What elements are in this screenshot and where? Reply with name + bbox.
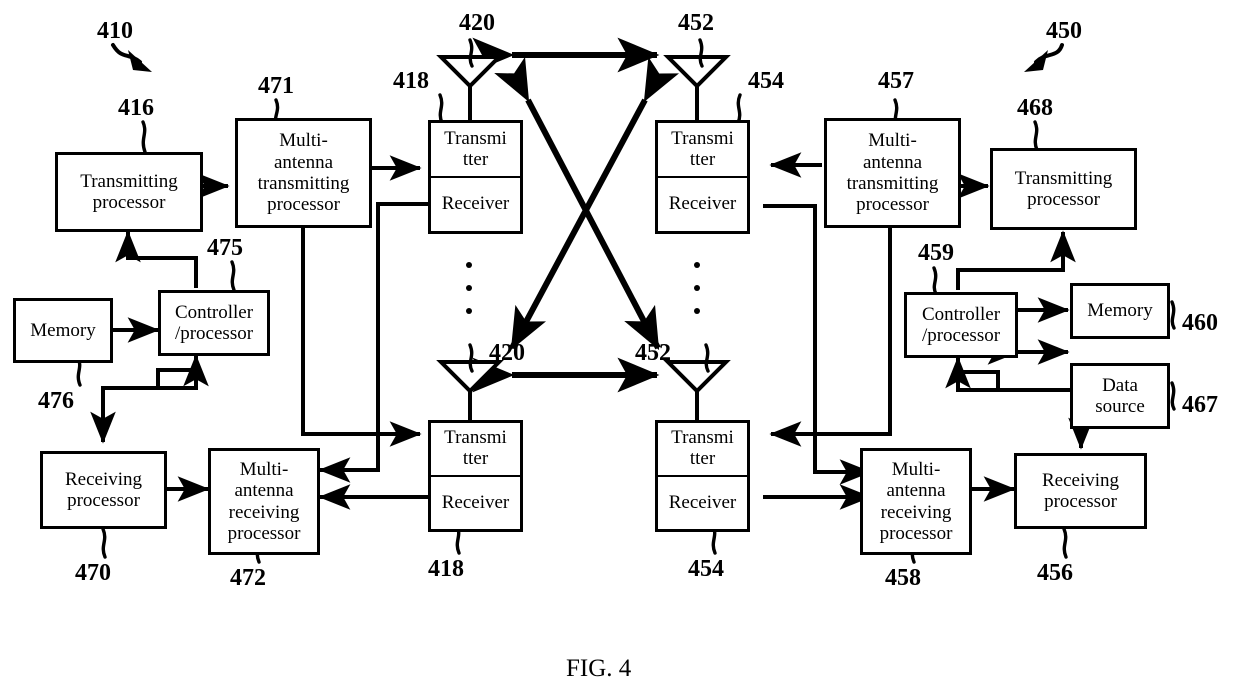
ref-472: 472	[230, 565, 266, 591]
ellipsis-right	[694, 262, 700, 314]
transmitter-section: Transmi tter	[431, 423, 520, 477]
block-line: Multi-	[239, 458, 289, 480]
block-line: Transmitting	[80, 170, 178, 192]
receiver-section: Receiver	[431, 477, 520, 529]
transmitter-section: Transmi tter	[431, 123, 520, 178]
multi-antenna-transmitting-processor-457[interactable]: Multi- antenna transmitting processor	[824, 118, 961, 228]
ref-410: 410	[97, 18, 133, 44]
block-line: processor	[1044, 491, 1117, 512]
ref-454-top: 454	[748, 68, 784, 94]
block-line: antenna	[273, 151, 334, 173]
ref-457: 457	[878, 68, 914, 94]
block-line: Controller	[921, 303, 1001, 325]
data-source-467[interactable]: Data source	[1070, 363, 1170, 429]
block-line: receiving	[880, 501, 952, 523]
block-line: Memory	[30, 319, 96, 341]
transmitter-label: tter	[689, 148, 716, 170]
transceiver-top-454[interactable]: Transmi tter Receiver	[655, 120, 750, 234]
receiving-processor-456[interactable]: Receiving processor	[1014, 453, 1147, 529]
transmitting-processor-468[interactable]: Transmitting processor	[990, 148, 1137, 230]
block-line: Multi-	[891, 458, 941, 480]
block-line: transmitting	[846, 173, 939, 194]
multi-antenna-receiving-processor-458[interactable]: Multi- antenna receiving processor	[860, 448, 972, 555]
antenna-icon	[663, 360, 731, 394]
receiver-label: Receiver	[668, 491, 737, 513]
receiving-processor-470[interactable]: Receiving processor	[40, 451, 167, 529]
multi-antenna-transmitting-processor-471[interactable]: Multi- antenna transmitting processor	[235, 118, 372, 228]
transceiver-bottom-418[interactable]: Transmi tter Receiver	[428, 420, 523, 532]
ref-468: 468	[1017, 95, 1053, 121]
block-line: Multi-	[868, 130, 917, 152]
figure-caption: FIG. 4	[566, 655, 632, 682]
block-line: Memory	[1087, 300, 1153, 322]
ellipsis-left	[466, 262, 472, 314]
transmitter-label: Transmi	[444, 127, 507, 149]
block-line: antenna	[886, 480, 946, 502]
block-line: processor	[1027, 189, 1100, 210]
transmitter-label: Transmi	[444, 427, 507, 449]
block-line: antenna	[234, 480, 294, 502]
ref-418-top: 418	[393, 68, 429, 94]
block-line: transmitting	[257, 173, 350, 194]
block-line: processor	[92, 192, 166, 213]
block-line: Receiving	[64, 468, 143, 490]
transmitter-section: Transmi tter	[658, 123, 747, 178]
block-line: Data	[1102, 374, 1138, 396]
block-line: processor	[267, 194, 340, 216]
ref-420-bottom: 420	[489, 340, 525, 366]
block-line: processor	[856, 194, 929, 216]
ref-420-top: 420	[459, 10, 495, 36]
ref-454-bottom: 454	[688, 556, 724, 582]
ref-452-bottom: 452	[635, 340, 671, 366]
patent-figure-4: Transmitting processor Multi- antenna tr…	[0, 0, 1239, 699]
ref-475: 475	[207, 235, 243, 261]
receiver-label: Receiver	[668, 193, 737, 215]
transceiver-bottom-454[interactable]: Transmi tter Receiver	[655, 420, 750, 532]
ref-456: 456	[1037, 560, 1073, 586]
receiver-section: Receiver	[658, 477, 747, 529]
ref-471: 471	[258, 73, 294, 99]
ref-416: 416	[118, 95, 154, 121]
block-line: Controller	[174, 301, 254, 323]
receiver-section: Receiver	[658, 178, 747, 231]
block-line: Receiving	[1041, 469, 1120, 491]
receiver-label: Receiver	[441, 491, 510, 513]
block-line: antenna	[862, 151, 923, 173]
multi-antenna-receiving-processor-472[interactable]: Multi- antenna receiving processor	[208, 448, 320, 555]
block-line: processor	[67, 490, 140, 511]
transmitter-label: tter	[462, 448, 489, 469]
ref-467: 467	[1182, 392, 1218, 418]
block-line: processor	[879, 522, 953, 544]
ref-458: 458	[885, 565, 921, 591]
block-line: Transmitting	[1014, 167, 1113, 189]
block-line: Multi-	[279, 130, 328, 152]
ref-460: 460	[1182, 310, 1218, 336]
ref-418-bottom: 418	[428, 556, 464, 582]
ref-450: 450	[1046, 18, 1082, 44]
controller-processor-475[interactable]: Controller /processor	[158, 290, 270, 356]
transmitter-label: Transmi	[671, 127, 734, 149]
block-line: /processor	[174, 323, 254, 344]
transmitting-processor-416[interactable]: Transmitting processor	[55, 152, 203, 232]
transmitter-label: tter	[462, 148, 489, 170]
block-line: /processor	[921, 325, 1001, 346]
receiver-label: Receiver	[441, 193, 510, 215]
ref-452-top: 452	[678, 10, 714, 36]
antenna-icon	[663, 55, 731, 89]
transmitter-label: Transmi	[671, 427, 734, 449]
ref-470: 470	[75, 560, 111, 586]
block-line: source	[1095, 396, 1145, 417]
block-line: receiving	[228, 501, 300, 523]
block-line: processor	[227, 522, 301, 544]
transmitter-section: Transmi tter	[658, 423, 747, 477]
transmitter-label: tter	[689, 448, 716, 469]
memory-460[interactable]: Memory	[1070, 283, 1170, 339]
ref-476: 476	[38, 388, 74, 414]
ref-459: 459	[918, 240, 954, 266]
transceiver-top-418[interactable]: Transmi tter Receiver	[428, 120, 523, 234]
receiver-section: Receiver	[431, 178, 520, 231]
controller-processor-459[interactable]: Controller /processor	[904, 292, 1018, 358]
memory-476[interactable]: Memory	[13, 298, 113, 363]
